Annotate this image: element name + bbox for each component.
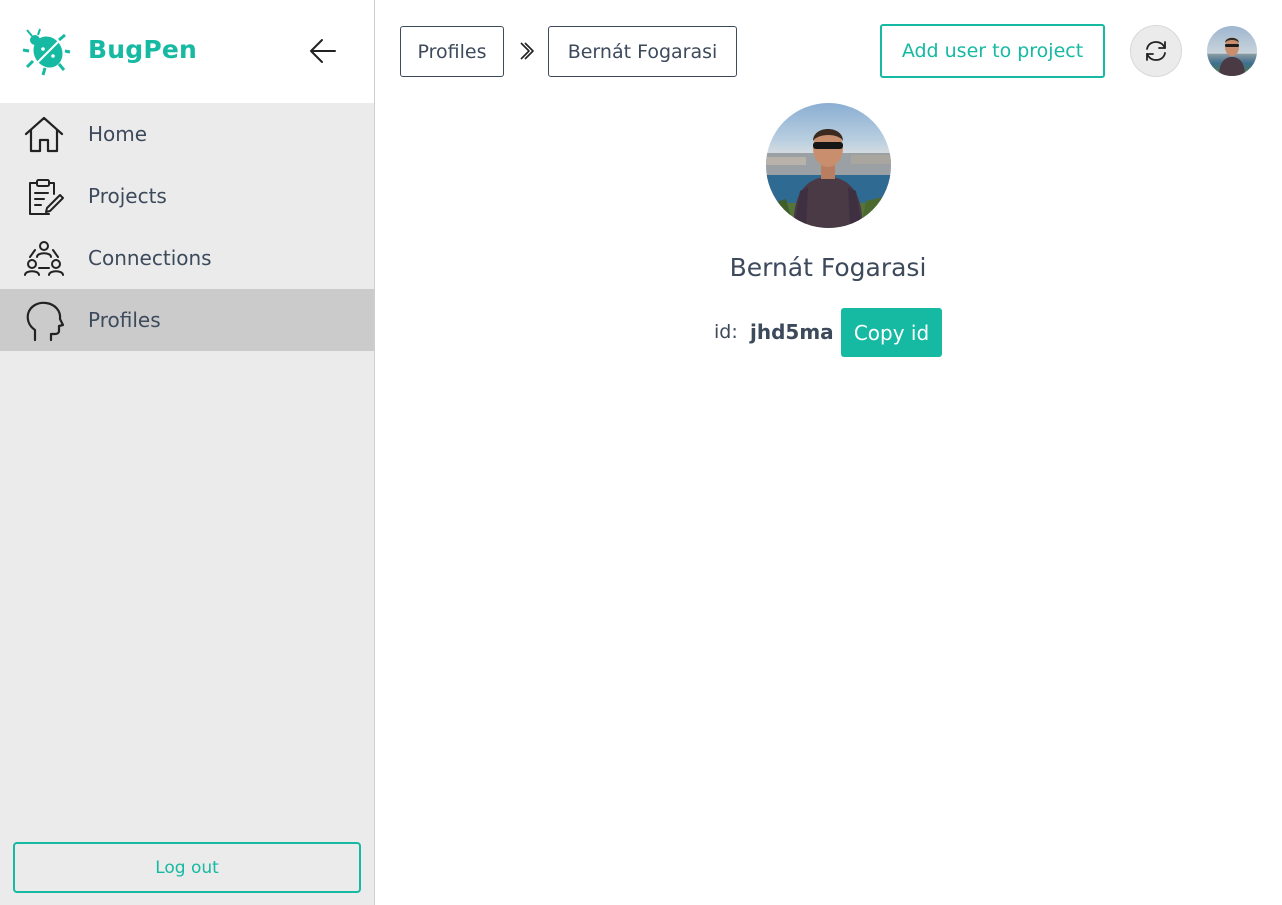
sidebar-item-label: Home — [88, 122, 148, 146]
sidebar-nav: Home Projects Connections Profiles — [0, 103, 374, 351]
add-user-to-project-button[interactable]: Add user to project — [880, 24, 1105, 78]
breadcrumb-item-profiles[interactable]: Profiles — [400, 26, 504, 77]
breadcrumb-item-current[interactable]: Bernát Fogarasi — [548, 26, 737, 77]
sidebar-item-label: Profiles — [88, 308, 161, 332]
user-avatar[interactable] — [1207, 26, 1257, 76]
brand-name: BugPen — [88, 35, 198, 64]
bug-icon — [22, 28, 71, 76]
profile-name: Bernát Fogarasi — [729, 253, 927, 282]
sidebar-item-profiles[interactable]: Profiles — [0, 289, 374, 351]
profile-id-value: jhd5ma — [750, 320, 834, 344]
sidebar-item-label: Connections — [88, 246, 212, 270]
profile-avatar — [766, 103, 891, 228]
clipboard-edit-icon — [29, 179, 64, 215]
sidebar-item-connections[interactable]: Connections — [0, 227, 374, 289]
user-avatar-photo — [1207, 26, 1257, 76]
refresh-icon — [1146, 41, 1166, 61]
collapse-sidebar-button[interactable] — [305, 33, 341, 69]
profile-id-label: id: — [714, 321, 738, 343]
app-root: BugPen Home Projects Connections Profile… — [0, 0, 1282, 905]
home-icon — [24, 116, 64, 153]
logout-button[interactable]: Log out — [13, 842, 361, 893]
arrow-left-icon — [310, 39, 336, 63]
refresh-button[interactable] — [1130, 25, 1182, 77]
sidebar-item-label: Projects — [88, 184, 167, 208]
profile-photo — [766, 103, 891, 228]
people-network-icon — [24, 241, 64, 276]
sidebar-header: BugPen — [0, 0, 374, 103]
sidebar-item-home[interactable]: Home — [0, 103, 374, 165]
sidebar-item-projects[interactable]: Projects — [0, 165, 374, 227]
sidebar: BugPen Home Projects Connections Profile… — [0, 0, 375, 905]
head-profile-icon — [26, 301, 65, 342]
copy-id-button[interactable]: Copy id — [841, 308, 942, 357]
chevron-right-icon — [520, 42, 534, 60]
